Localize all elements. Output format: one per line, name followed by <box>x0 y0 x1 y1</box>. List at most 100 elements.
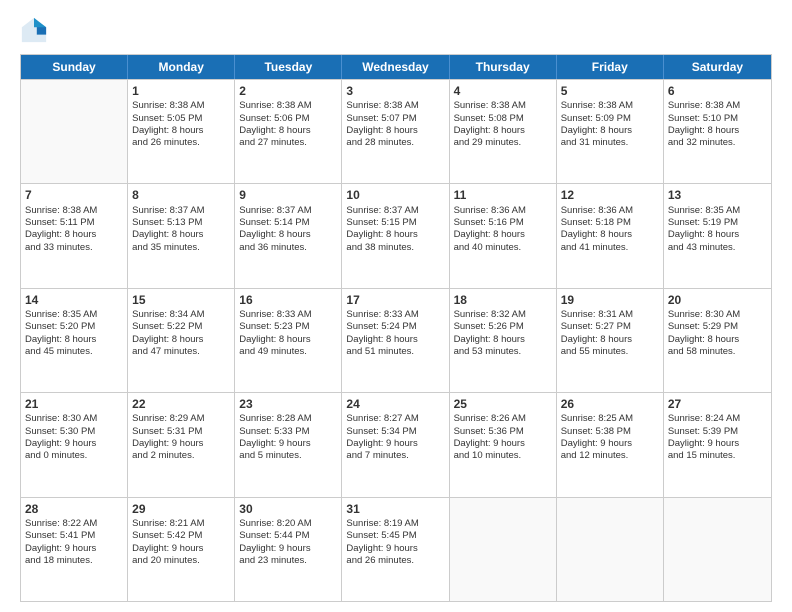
day-cell-18: 18Sunrise: 8:32 AMSunset: 5:26 PMDayligh… <box>450 289 557 392</box>
day-number: 15 <box>132 292 230 308</box>
day-info: Sunrise: 8:30 AMSunset: 5:30 PMDaylight:… <box>25 413 123 462</box>
day-info: Sunrise: 8:38 AMSunset: 5:06 PMDaylight:… <box>239 100 337 149</box>
day-info: Sunrise: 8:36 AMSunset: 5:16 PMDaylight:… <box>454 205 552 254</box>
day-number: 11 <box>454 187 552 203</box>
day-cell-16: 16Sunrise: 8:33 AMSunset: 5:23 PMDayligh… <box>235 289 342 392</box>
logo <box>20 16 52 44</box>
day-info: Sunrise: 8:20 AMSunset: 5:44 PMDaylight:… <box>239 518 337 567</box>
day-number: 28 <box>25 501 123 517</box>
day-cell-30: 30Sunrise: 8:20 AMSunset: 5:44 PMDayligh… <box>235 498 342 601</box>
weekday-saturday: Saturday <box>664 55 771 79</box>
empty-cell <box>21 80 128 183</box>
day-info: Sunrise: 8:24 AMSunset: 5:39 PMDaylight:… <box>668 413 767 462</box>
day-cell-9: 9Sunrise: 8:37 AMSunset: 5:14 PMDaylight… <box>235 184 342 287</box>
day-cell-17: 17Sunrise: 8:33 AMSunset: 5:24 PMDayligh… <box>342 289 449 392</box>
day-number: 3 <box>346 83 444 99</box>
day-number: 14 <box>25 292 123 308</box>
day-number: 23 <box>239 396 337 412</box>
day-cell-25: 25Sunrise: 8:26 AMSunset: 5:36 PMDayligh… <box>450 393 557 496</box>
day-number: 30 <box>239 501 337 517</box>
day-number: 20 <box>668 292 767 308</box>
day-info: Sunrise: 8:38 AMSunset: 5:05 PMDaylight:… <box>132 100 230 149</box>
weekday-monday: Monday <box>128 55 235 79</box>
empty-cell <box>557 498 664 601</box>
page: SundayMondayTuesdayWednesdayThursdayFrid… <box>0 0 792 612</box>
empty-cell <box>450 498 557 601</box>
day-number: 13 <box>668 187 767 203</box>
weekday-friday: Friday <box>557 55 664 79</box>
day-cell-21: 21Sunrise: 8:30 AMSunset: 5:30 PMDayligh… <box>21 393 128 496</box>
day-number: 21 <box>25 396 123 412</box>
day-cell-1: 1Sunrise: 8:38 AMSunset: 5:05 PMDaylight… <box>128 80 235 183</box>
day-info: Sunrise: 8:36 AMSunset: 5:18 PMDaylight:… <box>561 205 659 254</box>
day-cell-13: 13 Sunrise: 8:35 AMSunset: 5:19 PMDayligh… <box>664 184 771 287</box>
day-info: Sunrise: 8:25 AMSunset: 5:38 PMDaylight:… <box>561 413 659 462</box>
weekday-tuesday: Tuesday <box>235 55 342 79</box>
day-number: 8 <box>132 187 230 203</box>
calendar-body: 1Sunrise: 8:38 AMSunset: 5:05 PMDaylight… <box>21 79 771 601</box>
day-info: Sunrise: 8:35 AMSunset: 5:19 PMDaylight:… <box>668 205 767 254</box>
day-info: Sunrise: 8:32 AMSunset: 5:26 PMDaylight:… <box>454 309 552 358</box>
day-info: Sunrise: 8:19 AMSunset: 5:45 PMDaylight:… <box>346 518 444 567</box>
week-row-4: 28Sunrise: 8:22 AMSunset: 5:41 PMDayligh… <box>21 497 771 601</box>
day-number: 22 <box>132 396 230 412</box>
week-row-0: 1Sunrise: 8:38 AMSunset: 5:05 PMDaylight… <box>21 79 771 183</box>
day-number: 16 <box>239 292 337 308</box>
day-info: Sunrise: 8:30 AMSunset: 5:29 PMDaylight:… <box>668 309 767 358</box>
day-number: 1 <box>132 83 230 99</box>
day-info: Sunrise: 8:28 AMSunset: 5:33 PMDaylight:… <box>239 413 337 462</box>
day-cell-19: 19Sunrise: 8:31 AMSunset: 5:27 PMDayligh… <box>557 289 664 392</box>
day-info: Sunrise: 8:34 AMSunset: 5:22 PMDaylight:… <box>132 309 230 358</box>
day-cell-31: 31Sunrise: 8:19 AMSunset: 5:45 PMDayligh… <box>342 498 449 601</box>
day-number: 5 <box>561 83 659 99</box>
day-number: 25 <box>454 396 552 412</box>
day-info: Sunrise: 8:29 AMSunset: 5:31 PMDaylight:… <box>132 413 230 462</box>
week-row-1: 7 Sunrise: 8:38 AMSunset: 5:11 PMDaylight… <box>21 183 771 287</box>
header <box>20 16 772 44</box>
day-number: 26 <box>561 396 659 412</box>
day-number: 6 <box>668 83 767 99</box>
day-info: Sunrise: 8:35 AMSunset: 5:20 PMDaylight:… <box>25 309 123 358</box>
day-cell-7: 7 Sunrise: 8:38 AMSunset: 5:11 PMDaylight… <box>21 184 128 287</box>
day-cell-11: 11 Sunrise: 8:36 AMSunset: 5:16 PMDayligh… <box>450 184 557 287</box>
day-info: Sunrise: 8:33 AMSunset: 5:23 PMDaylight:… <box>239 309 337 358</box>
logo-icon <box>20 16 48 44</box>
day-number: 31 <box>346 501 444 517</box>
day-info: Sunrise: 8:33 AMSunset: 5:24 PMDaylight:… <box>346 309 444 358</box>
day-cell-4: 4Sunrise: 8:38 AMSunset: 5:08 PMDaylight… <box>450 80 557 183</box>
day-cell-14: 14Sunrise: 8:35 AMSunset: 5:20 PMDayligh… <box>21 289 128 392</box>
calendar: SundayMondayTuesdayWednesdayThursdayFrid… <box>20 54 772 602</box>
day-info: Sunrise: 8:21 AMSunset: 5:42 PMDaylight:… <box>132 518 230 567</box>
day-info: Sunrise: 8:38 AMSunset: 5:11 PMDaylight:… <box>25 205 123 254</box>
day-info: Sunrise: 8:38 AMSunset: 5:08 PMDaylight:… <box>454 100 552 149</box>
week-row-3: 21Sunrise: 8:30 AMSunset: 5:30 PMDayligh… <box>21 392 771 496</box>
day-cell-22: 22Sunrise: 8:29 AMSunset: 5:31 PMDayligh… <box>128 393 235 496</box>
day-number: 2 <box>239 83 337 99</box>
day-number: 7 <box>25 187 123 203</box>
day-cell-27: 27Sunrise: 8:24 AMSunset: 5:39 PMDayligh… <box>664 393 771 496</box>
day-cell-24: 24Sunrise: 8:27 AMSunset: 5:34 PMDayligh… <box>342 393 449 496</box>
day-cell-5: 5Sunrise: 8:38 AMSunset: 5:09 PMDaylight… <box>557 80 664 183</box>
day-number: 10 <box>346 187 444 203</box>
day-info: Sunrise: 8:31 AMSunset: 5:27 PMDaylight:… <box>561 309 659 358</box>
day-info: Sunrise: 8:37 AMSunset: 5:15 PMDaylight:… <box>346 205 444 254</box>
day-info: Sunrise: 8:38 AMSunset: 5:07 PMDaylight:… <box>346 100 444 149</box>
day-info: Sunrise: 8:22 AMSunset: 5:41 PMDaylight:… <box>25 518 123 567</box>
weekday-wednesday: Wednesday <box>342 55 449 79</box>
day-cell-12: 12 Sunrise: 8:36 AMSunset: 5:18 PMDayligh… <box>557 184 664 287</box>
weekday-sunday: Sunday <box>21 55 128 79</box>
day-cell-20: 20Sunrise: 8:30 AMSunset: 5:29 PMDayligh… <box>664 289 771 392</box>
day-info: Sunrise: 8:38 AMSunset: 5:10 PMDaylight:… <box>668 100 767 149</box>
day-cell-10: 10 Sunrise: 8:37 AMSunset: 5:15 PMDayligh… <box>342 184 449 287</box>
day-number: 12 <box>561 187 659 203</box>
day-number: 4 <box>454 83 552 99</box>
day-cell-3: 3Sunrise: 8:38 AMSunset: 5:07 PMDaylight… <box>342 80 449 183</box>
week-row-2: 14Sunrise: 8:35 AMSunset: 5:20 PMDayligh… <box>21 288 771 392</box>
day-number: 19 <box>561 292 659 308</box>
day-number: 24 <box>346 396 444 412</box>
day-cell-28: 28Sunrise: 8:22 AMSunset: 5:41 PMDayligh… <box>21 498 128 601</box>
day-number: 18 <box>454 292 552 308</box>
day-cell-8: 8Sunrise: 8:37 AMSunset: 5:13 PMDaylight… <box>128 184 235 287</box>
day-info: Sunrise: 8:37 AMSunset: 5:14 PMDaylight:… <box>239 205 337 254</box>
day-cell-2: 2Sunrise: 8:38 AMSunset: 5:06 PMDaylight… <box>235 80 342 183</box>
